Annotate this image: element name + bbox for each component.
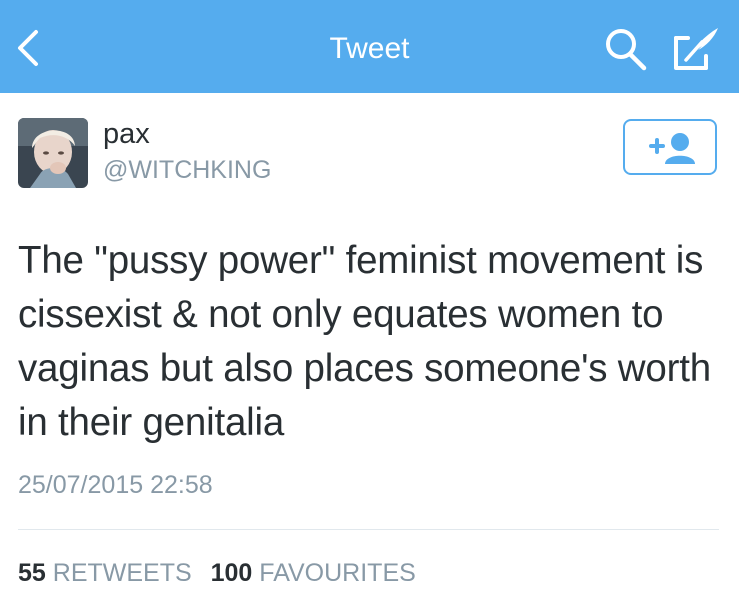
retweets-label: RETWEETS xyxy=(52,559,192,587)
follow-user-icon xyxy=(649,133,695,164)
favourites-stat[interactable]: 100 FAVOURITES xyxy=(211,558,416,588)
user-handle[interactable]: @WITCHKING xyxy=(103,155,271,185)
navigation-bar: Tweet xyxy=(0,0,739,93)
compose-tweet-button[interactable] xyxy=(672,24,724,74)
search-button[interactable] xyxy=(602,26,652,72)
follow-button[interactable] xyxy=(623,119,717,175)
favourites-count: 100 xyxy=(210,559,253,587)
user-avatar xyxy=(18,118,88,188)
tweet-timestamp: 25/07/2015 22:58 xyxy=(18,471,213,499)
favourites-label: FAVOURITES xyxy=(259,559,416,587)
search-icon xyxy=(606,29,647,71)
retweets-stat[interactable]: 55 RETWEETS xyxy=(18,558,192,588)
user-display-name[interactable]: pax xyxy=(103,118,150,150)
tweet-text: The "pussy power" feminist movement is c… xyxy=(18,239,711,444)
retweets-count: 55 xyxy=(18,559,46,587)
tweet-stats: 55 RETWEETS 100 FAVOURITES xyxy=(18,558,428,588)
avatar[interactable] xyxy=(18,118,88,188)
compose-tweet-icon xyxy=(674,28,718,70)
divider xyxy=(18,529,719,530)
